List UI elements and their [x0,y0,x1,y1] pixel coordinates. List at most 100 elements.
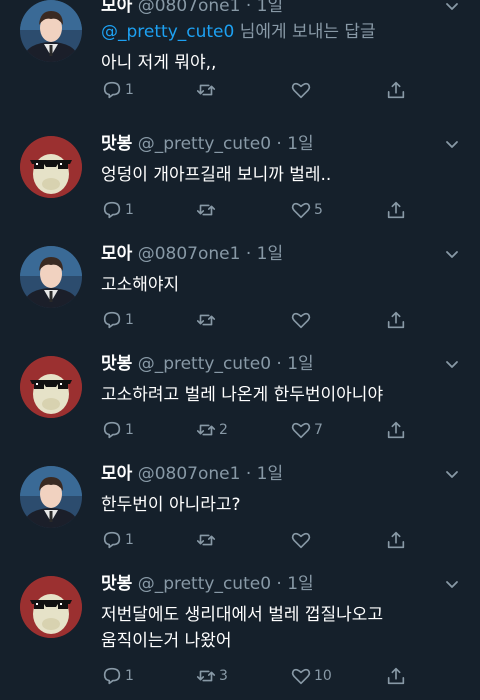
tweet-actions: 1 5 [101,198,411,222]
retweet-arrows-icon [196,670,216,682]
like-button[interactable] [290,528,314,552]
timestamp[interactable]: 1일 [287,354,313,374]
share-button[interactable] [385,664,407,688]
tweet-actions: 1 2 7 [101,418,411,442]
share-button[interactable] [385,78,407,102]
timeline: 모아 @0807one1 · 1일 @_pretty_cute0 님에게 보내는… [0,0,480,700]
chevron-down-icon[interactable] [444,576,460,592]
retweet-count: 3 [219,668,228,684]
tweet-text: 고소하려고 벌레 나온게 한두번이아니야 [101,385,384,405]
like-button[interactable] [290,308,314,332]
tweet-actions: 1 3 10 [101,664,411,688]
share-upload-icon [387,531,405,549]
tweet-actions: 1 [101,308,411,332]
retweet-arrows-icon [196,314,216,326]
share-upload-icon [387,311,405,329]
retweet-button[interactable] [195,528,219,552]
share-upload-icon [387,421,405,439]
speech-bubble-icon [103,667,121,685]
timestamp[interactable]: 1일 [257,244,283,264]
like-button[interactable] [290,78,314,102]
reply-count: 1 [125,668,134,684]
retweet-arrows-icon [196,534,216,546]
separator-dot: · [245,244,252,264]
heart-icon [291,532,311,549]
reply-button[interactable]: 1 [101,528,134,552]
timestamp[interactable]: 1일 [257,0,283,16]
retweet-button[interactable]: 2 [195,418,228,442]
reply-button[interactable]: 1 [101,198,134,222]
avatar[interactable] [20,136,82,198]
timestamp[interactable]: 1일 [287,574,313,594]
separator-dot: · [245,0,252,16]
speech-bubble-icon [103,311,121,329]
like-button[interactable]: 10 [290,664,332,688]
tweet[interactable]: 맛봉 @_pretty_cute0 · 1일 고소하려고 벌레 나온게 한두번이… [0,340,480,450]
chevron-down-icon[interactable] [444,0,460,14]
timestamp[interactable]: 1일 [287,134,313,154]
chevron-down-icon[interactable] [444,356,460,372]
display-name[interactable]: 맛봉 [101,574,132,594]
heart-icon [291,202,311,219]
chevron-down-icon[interactable] [444,136,460,152]
share-upload-icon [387,201,405,219]
retweet-button[interactable] [195,78,219,102]
heart-icon [291,82,311,99]
reply-count: 1 [125,82,134,98]
display-name[interactable]: 모아 [101,0,132,16]
display-name[interactable]: 맛봉 [101,354,132,374]
speech-bubble-icon [103,81,121,99]
user-handle[interactable]: @0807one1 [138,0,241,16]
tweet[interactable]: 모아 @0807one1 · 1일 한두번이 아니라고? 1 [0,450,480,560]
tweet[interactable]: 맛봉 @_pretty_cute0 · 1일 엉덩이 개아프길래 보니까 벌레.… [0,120,480,230]
reply-context: @_pretty_cute0 님에게 보내는 답글 [101,20,466,44]
display-name[interactable]: 모아 [101,464,132,484]
like-button[interactable]: 7 [290,418,323,442]
retweet-arrows-icon [196,204,216,216]
user-handle[interactable]: @0807one1 [138,244,241,264]
avatar[interactable] [20,356,82,418]
tweet-text: 고소해야지 [101,275,180,295]
avatar[interactable] [20,466,82,528]
reply-button[interactable]: 1 [101,664,134,688]
tweet-text: 저번달에도 생리대에서 벌레 껍질나오고 움직이는거 나왔어 [101,605,389,651]
chevron-down-icon[interactable] [444,246,460,262]
share-upload-icon [387,81,405,99]
avatar[interactable] [20,246,82,308]
share-button[interactable] [385,528,407,552]
user-handle[interactable]: @_pretty_cute0 [138,354,271,374]
share-button[interactable] [385,308,407,332]
reply-mention[interactable]: @_pretty_cute0 [101,22,234,42]
user-handle[interactable]: @0807one1 [138,464,241,484]
heart-icon [291,668,311,685]
like-count: 5 [314,202,323,218]
tweet-actions: 1 [101,78,411,102]
display-name[interactable]: 모아 [101,244,132,264]
tweet[interactable]: 모아 @0807one1 · 1일 고소해야지 1 [0,230,480,340]
separator-dot: · [276,574,282,594]
reply-button[interactable]: 1 [101,418,134,442]
share-upload-icon [387,667,405,685]
chevron-down-icon[interactable] [444,466,460,482]
reply-count: 1 [125,202,134,218]
tweet[interactable]: 모아 @0807one1 · 1일 @_pretty_cute0 님에게 보내는… [0,0,480,120]
display-name[interactable]: 맛봉 [101,134,132,154]
user-handle[interactable]: @_pretty_cute0 [138,574,271,594]
share-button[interactable] [385,198,407,222]
retweet-button[interactable] [195,198,219,222]
retweet-button[interactable] [195,308,219,332]
tweet[interactable]: 맛봉 @_pretty_cute0 · 1일 저번달에도 생리대에서 벌레 껍질… [0,560,480,700]
like-button[interactable]: 5 [290,198,323,222]
reply-button[interactable]: 1 [101,308,134,332]
separator-dot: · [276,354,282,374]
retweet-arrows-icon [196,84,216,96]
timestamp[interactable]: 1일 [257,464,283,484]
share-button[interactable] [385,418,407,442]
reply-button[interactable]: 1 [101,78,134,102]
avatar[interactable] [20,576,82,638]
separator-dot: · [276,134,282,154]
user-handle[interactable]: @_pretty_cute0 [138,134,271,154]
avatar[interactable] [20,0,82,62]
retweet-button[interactable]: 3 [195,664,228,688]
separator-dot: · [245,464,252,484]
